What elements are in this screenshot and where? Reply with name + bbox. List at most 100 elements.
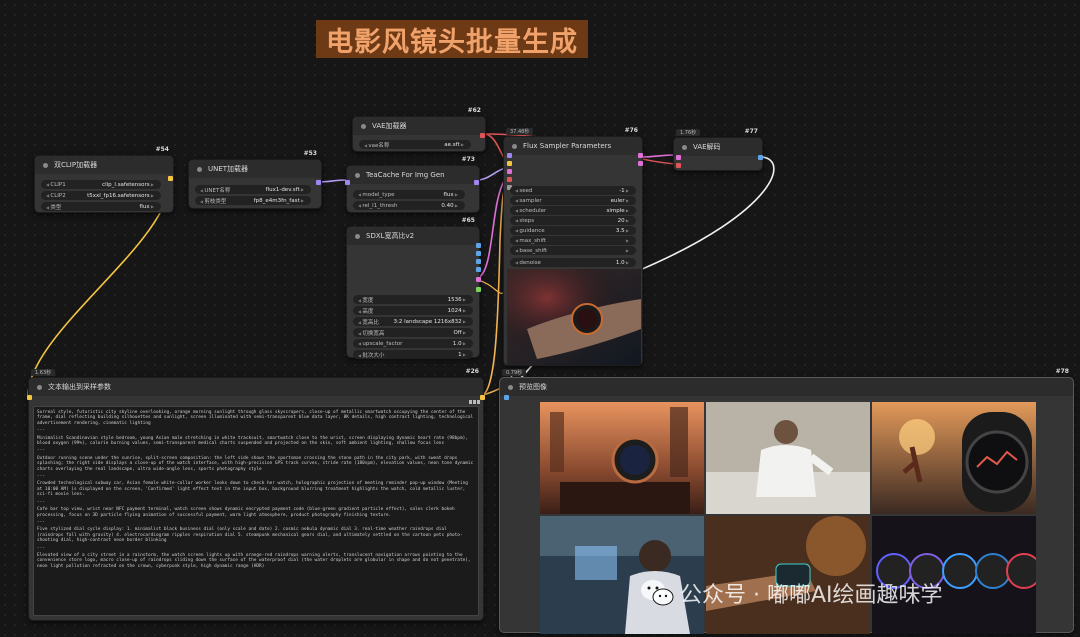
node-title: 预览图像 [519,383,547,391]
width-field[interactable]: 宽度1536 [353,295,473,304]
wire-latent-2 [639,154,677,158]
batch-size-field[interactable]: 批次大小1 [353,350,473,359]
node-id: #54 [155,146,169,153]
latent-input-port[interactable] [507,169,512,174]
base-shift-field[interactable]: base_shift [510,246,636,255]
teacache-node[interactable]: #73 TeaCache For Img Gen model_typeflux … [345,156,480,213]
collapse-dot-icon[interactable] [355,172,360,178]
node-title: 文本输出到采样参数 [48,383,111,391]
node-title: Flux Sampler Parameters [523,142,612,150]
ratio-output-port[interactable] [476,287,481,292]
model-output-port[interactable] [316,180,321,185]
node-title: VAE解码 [693,143,721,151]
wechat-icon [640,578,674,608]
textarea-toolbar[interactable] [469,400,481,405]
node-header[interactable]: 文本输出到采样参数 [29,378,483,396]
upscale-factor-field[interactable]: upscale_factor1.0 [353,339,473,348]
watermark-text: 公众号 · 嘟嘟AI绘画趣味学 [680,583,943,608]
prompt-line: Minimalist Scandinavian style bedroom, y… [37,435,468,447]
clip2-select[interactable]: CLIP2t5xxl_fp16.safetensors [41,191,161,200]
sampler-select[interactable]: samplereuler [510,196,636,205]
rel-l1-thresh-field[interactable]: rel_l1_thresh0.40 [353,201,465,210]
collapse-dot-icon[interactable] [197,166,202,172]
prompt-separator: --- [37,448,45,454]
toolbar-icon[interactable] [473,400,476,404]
node-id: #26 [465,368,479,375]
canvas-title-banner[interactable]: 电影风镜头批量生成 [316,20,588,58]
collapse-dot-icon[interactable] [43,162,48,168]
vae-output-port[interactable] [480,133,485,138]
node-header[interactable]: TeaCache For Img Gen [347,166,479,184]
vae-loader-node[interactable]: #62 VAE加载器 vae名称ae.sft [352,107,486,152]
node-header[interactable]: UNET加载器 [189,160,321,178]
vae-input-port[interactable] [676,163,681,168]
node-title: UNET加载器 [208,165,249,173]
node-id: #76 [624,127,638,134]
scheduler-select[interactable]: schedulersimple [510,206,636,215]
prompt-textarea[interactable]: Surreal style, futuristic city skyline o… [33,406,479,616]
preview-thumb-city-watch[interactable] [540,402,704,514]
node-header[interactable]: VAE解码 [674,138,762,156]
height-output-port[interactable] [476,251,481,256]
upscale-output-port[interactable] [476,259,481,264]
node-id: #77 [744,128,758,135]
exec-time-tag: 1.63秒 [31,369,56,376]
batch-output-port[interactable] [476,267,481,272]
width-output-port[interactable] [476,243,481,248]
sdxl-resolution-node[interactable]: #65 SDXL宽高比v2 宽度1536 高度1024 宽高比3:2 lands… [346,217,481,359]
model-output-port[interactable] [474,180,479,185]
unet-name-select[interactable]: UNET名称flux1-dev.sft [195,185,311,194]
text-batch-node[interactable]: 1.63秒 #26 文本输出到采样参数 Surreal style, futur… [27,368,485,621]
wrench-icon[interactable] [512,143,517,149]
aspect-ratio-select[interactable]: 宽高比3:2 landscape 1216x832 [353,317,473,326]
node-header[interactable]: 双CLIP加载器 [35,156,173,174]
model-input-port[interactable] [345,180,350,185]
collapse-dot-icon[interactable] [508,384,513,390]
images-input-port[interactable] [504,395,509,400]
height-field[interactable]: 高度1024 [353,306,473,315]
seed-field[interactable]: seed-1 [510,186,636,195]
latent-output-port[interactable] [476,277,481,282]
prompt-line: Surreal style, futuristic city skyline o… [37,410,474,426]
node-header[interactable]: Flux Sampler Parameters [504,137,642,155]
samples-output-port[interactable] [638,161,643,166]
preview-thumb-bedroom-man[interactable] [706,402,870,514]
node-header[interactable]: VAE加载器 [353,117,485,135]
samples-input-port[interactable] [676,155,681,160]
prompt-line: Cafe bar top view, wrist near NFC paymen… [37,507,455,518]
node-title: TeaCache For Img Gen [366,171,445,179]
vae-name-select[interactable]: vae名称ae.sft [359,140,471,149]
unet-loader-node[interactable]: #53 UNET加载器 UNET名称flux1-dev.sft 剪枝类型fp8_… [188,150,322,209]
wire-model-2 [475,167,507,181]
prompt-line: Outdoor running scene under the sunrise,… [37,455,474,472]
clip-input-port[interactable] [27,395,32,400]
node-header[interactable]: 预览图像 [500,378,1073,396]
latent-output-port[interactable] [638,153,643,158]
image-output-port[interactable] [758,155,763,160]
clip-type-select[interactable]: 类型flux [41,202,161,211]
conditioning-input-port[interactable] [507,161,512,166]
toolbar-icon[interactable] [469,400,472,404]
vae-input-port[interactable] [507,177,512,182]
max-shift-field[interactable]: max_shift [510,236,636,245]
dual-clip-loader-node[interactable]: #54 双CLIP加载器 CLIP1clip_l.safetensors CLI… [34,146,174,213]
clip-output-port[interactable] [168,176,173,181]
model-input-port[interactable] [507,153,512,158]
collapse-dot-icon[interactable] [355,233,360,239]
toolbar-icon[interactable] [477,400,480,404]
flux-sampler-node[interactable]: 37.48秒 #76 Flux Sampler Parameters seed-… [503,127,643,366]
collapse-dot-icon[interactable] [682,144,687,150]
prompt-line: Elevated view of a city street in a rain… [37,552,471,569]
node-header[interactable]: SDXL宽高比v2 [347,227,479,245]
collapse-dot-icon[interactable] [361,123,366,129]
collapse-dot-icon[interactable] [37,384,42,390]
vae-decode-node[interactable]: 1.76秒 #77 VAE解码 [673,128,763,171]
clip1-select[interactable]: CLIP1clip_l.safetensors [41,180,161,189]
model-type-select[interactable]: model_typeflux [353,190,465,199]
guidance-field[interactable]: guidance3.5 [510,226,636,235]
swap-dimensions-toggle[interactable]: 切换宽高Off [353,328,473,337]
weight-dtype-select[interactable]: 剪枝类型fp8_e4m3fn_fast [195,196,311,205]
preview-thumb-runner-watch[interactable] [872,402,1036,514]
denoise-field[interactable]: denoise1.0 [510,258,636,267]
steps-field[interactable]: steps20 [510,216,636,225]
